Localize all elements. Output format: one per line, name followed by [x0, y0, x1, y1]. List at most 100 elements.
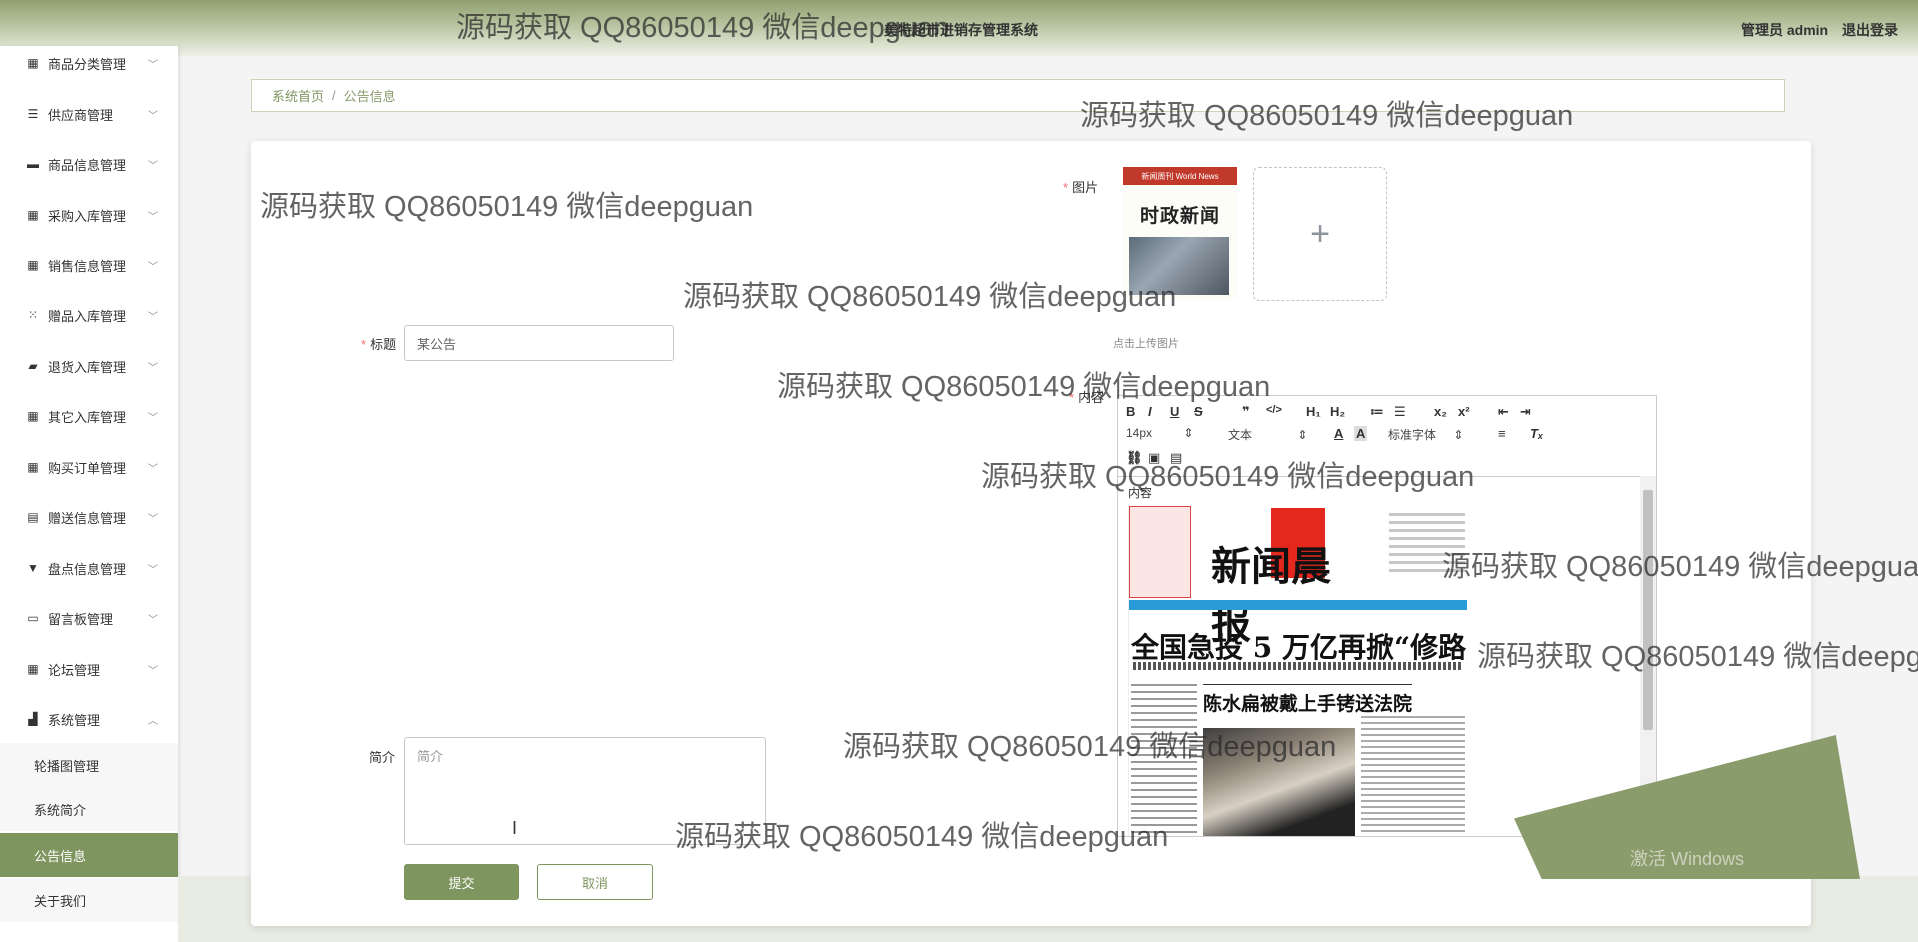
chevron-down-icon: ﹀ — [148, 665, 158, 677]
breadcrumb: 系统首页 / 公告信息 — [251, 79, 1785, 112]
breadcrumb-home[interactable]: 系统首页 — [272, 86, 324, 105]
bullet-list-icon[interactable]: ☰ — [1394, 404, 1406, 420]
title-input[interactable]: 某公告 — [404, 325, 674, 361]
select-arrow-icon: ⇕ — [1183, 426, 1194, 440]
sidebar-item-label: 采购入库管理 — [48, 208, 127, 224]
newspaper-info — [1389, 508, 1465, 598]
underline-icon[interactable]: U — [1170, 404, 1179, 419]
sidebar-item-sales[interactable]: ▦ 销售信息管理 ﹀ — [0, 240, 178, 290]
breadcrumb-separator: / — [332, 88, 336, 103]
thumb-icon: ▰ — [28, 359, 38, 373]
upload-tip: 点击上传图片 — [1113, 338, 1179, 350]
doc-icon: ▤ — [27, 510, 39, 524]
editor-toolbar: B I U S ❞ </> H₁ H₂ ≔ ☰ x₂ x² ⇤ ⇥ 14px ⇕… — [1118, 396, 1656, 477]
plus-icon: + — [1310, 215, 1330, 253]
summary-label: 简介 — [369, 750, 396, 765]
italic-icon[interactable]: I — [1148, 404, 1152, 419]
strike-icon[interactable]: S — [1194, 404, 1203, 419]
sidebar-subitem-about[interactable]: 关于我们 — [0, 878, 178, 922]
grid-icon: ▦ — [27, 258, 39, 272]
font-family-select[interactable]: 标准字体 ⇕ — [1388, 426, 1463, 443]
newspaper-headline: 全国急投 5 万亿再掀“修路热” — [1131, 631, 1467, 664]
content-label: * 内容 — [1069, 390, 1105, 405]
sidebar-item-label: 论坛管理 — [48, 662, 101, 678]
sidebar-item-label: 供应商管理 — [48, 107, 114, 123]
sidebar-item-messages[interactable]: ▭ 留言板管理 ﹀ — [0, 593, 178, 643]
indent-icon[interactable]: ⇥ — [1520, 404, 1531, 420]
background-color-icon[interactable]: A — [1354, 426, 1368, 441]
sidebar-item-return[interactable]: ▰ 退货入库管理 ﹀ — [0, 341, 178, 391]
image-label: * 图片 — [1063, 180, 1099, 195]
sidebar-item-label: 购买订单管理 — [48, 460, 127, 476]
current-user-label: 管理员 admin — [1740, 22, 1829, 38]
windows-activation-notice: 激活 Windows 转到“设置”以激活 Windows。 — [1630, 845, 1799, 896]
sidebar-item-inventory[interactable]: ▼ 盘点信息管理 ﹀ — [0, 543, 178, 593]
cancel-button[interactable]: 取消 — [537, 864, 653, 900]
chevron-down-icon: ﹀ — [148, 261, 158, 273]
sidebar-item-system[interactable]: ▟ 系统管理 ︿ — [0, 694, 178, 744]
title-label: * 标题 — [361, 337, 397, 352]
sidebar-item-other-stock[interactable]: ▦ 其它入库管理 ﹀ — [0, 391, 178, 441]
sidebar-item-forum[interactable]: ▦ 论坛管理 ﹀ — [0, 644, 178, 694]
sidebar-subitem-carousel[interactable]: 轮播图管理 — [0, 743, 178, 787]
rich-text-editor: B I U S ❞ </> H₁ H₂ ≔ ☰ x₂ x² ⇤ ⇥ 14px ⇕… — [1117, 395, 1657, 837]
text-type-select[interactable]: 文本 ⇕ — [1228, 426, 1307, 443]
activation-title: 激活 Windows — [1630, 849, 1745, 869]
chat-icon: ▬ — [27, 157, 39, 171]
sidebar-item-purchase[interactable]: ▦ 采购入库管理 ﹀ — [0, 190, 178, 240]
sidebar-item-label: 商品信息管理 — [48, 157, 127, 173]
font-size-select[interactable]: 14px ⇕ — [1126, 426, 1193, 440]
select-arrow-icon: ⇕ — [1297, 428, 1308, 442]
chart-icon: ▟ — [28, 712, 38, 726]
sidebar-subitem-intro[interactable]: 系统简介 — [0, 787, 178, 831]
app-title: 美特超市进销存管理系统 — [884, 22, 1038, 38]
chevron-down-icon: ﹀ — [148, 59, 158, 71]
clear-format-icon[interactable]: Tₓ — [1530, 426, 1543, 441]
bold-icon[interactable]: B — [1126, 404, 1135, 419]
align-icon[interactable]: ≡ — [1498, 426, 1506, 441]
sidebar-item-label: 留言板管理 — [48, 611, 114, 627]
chevron-down-icon: ﹀ — [148, 211, 158, 223]
sidebar-item-gift-stock[interactable]: ⁙ 赠品入库管理 ﹀ — [0, 290, 178, 340]
editor-content[interactable]: 内容 新闻晨报 全国急投 5 万亿再掀“修路热” 陈水扁被戴上手铐送法院 — [1118, 476, 1640, 836]
sidebar-item-category[interactable]: ▦ 商品分类管理 ﹀ — [0, 38, 178, 88]
chevron-down-icon: ﹀ — [148, 614, 158, 626]
chevron-down-icon: ﹀ — [148, 160, 158, 172]
sidebar-item-supplier[interactable]: ☰ 供应商管理 ﹀ — [0, 89, 178, 139]
link-icon[interactable]: ⛓ — [1126, 450, 1143, 466]
sidebar-item-label: 销售信息管理 — [48, 258, 127, 274]
sidebar-item-goods[interactable]: ▬ 商品信息管理 ﹀ — [0, 139, 178, 189]
chevron-down-icon: ﹀ — [148, 513, 158, 525]
superscript-icon[interactable]: x² — [1458, 404, 1470, 419]
video-icon[interactable]: ▤ — [1170, 450, 1182, 466]
chevron-down-icon: ﹀ — [148, 463, 158, 475]
code-icon[interactable]: </> — [1266, 404, 1282, 416]
h1-icon[interactable]: H₁ — [1306, 404, 1321, 419]
newspaper-cover-image: 新闻周刊 World News 时政新闻 — [1123, 167, 1237, 299]
cup-icon: ▼ — [27, 561, 39, 575]
required-mark: * — [361, 337, 367, 352]
font-color-icon[interactable]: A — [1334, 426, 1343, 441]
logout-link[interactable]: 退出登录 — [1842, 22, 1898, 38]
sidebar-item-gift-info[interactable]: ▤ 赠送信息管理 ﹀ — [0, 492, 178, 542]
submit-button[interactable]: 提交 — [404, 864, 519, 900]
chevron-down-icon: ﹀ — [148, 564, 158, 576]
thumb-title: 时政新闻 — [1139, 206, 1220, 227]
summary-textarea[interactable]: 简介 — [404, 737, 766, 845]
image-icon[interactable]: ▣ — [1148, 450, 1160, 466]
quote-icon[interactable]: ❞ — [1242, 404, 1250, 420]
uploaded-image[interactable]: 新闻周刊 World News 时政新闻 — [1113, 167, 1247, 301]
editor-scrollbar[interactable] — [1640, 476, 1656, 836]
outdent-icon[interactable]: ⇤ — [1498, 404, 1509, 420]
newspaper-photo — [1203, 728, 1355, 836]
scroll-thumb[interactable] — [1643, 490, 1653, 730]
sidebar-item-label: 商品分类管理 — [48, 56, 127, 72]
h2-icon[interactable]: H₂ — [1330, 404, 1345, 419]
subscript-icon[interactable]: x₂ — [1434, 404, 1447, 419]
sidebar-item-orders[interactable]: ▦ 购买订单管理 ﹀ — [0, 442, 178, 492]
thumb-photo — [1129, 237, 1229, 295]
newspaper-subline — [1133, 662, 1463, 670]
image-upload-button[interactable]: + — [1253, 167, 1387, 301]
ordered-list-icon[interactable]: ≔ — [1370, 404, 1384, 420]
sidebar-subitem-notice[interactable]: 公告信息 — [0, 833, 178, 877]
